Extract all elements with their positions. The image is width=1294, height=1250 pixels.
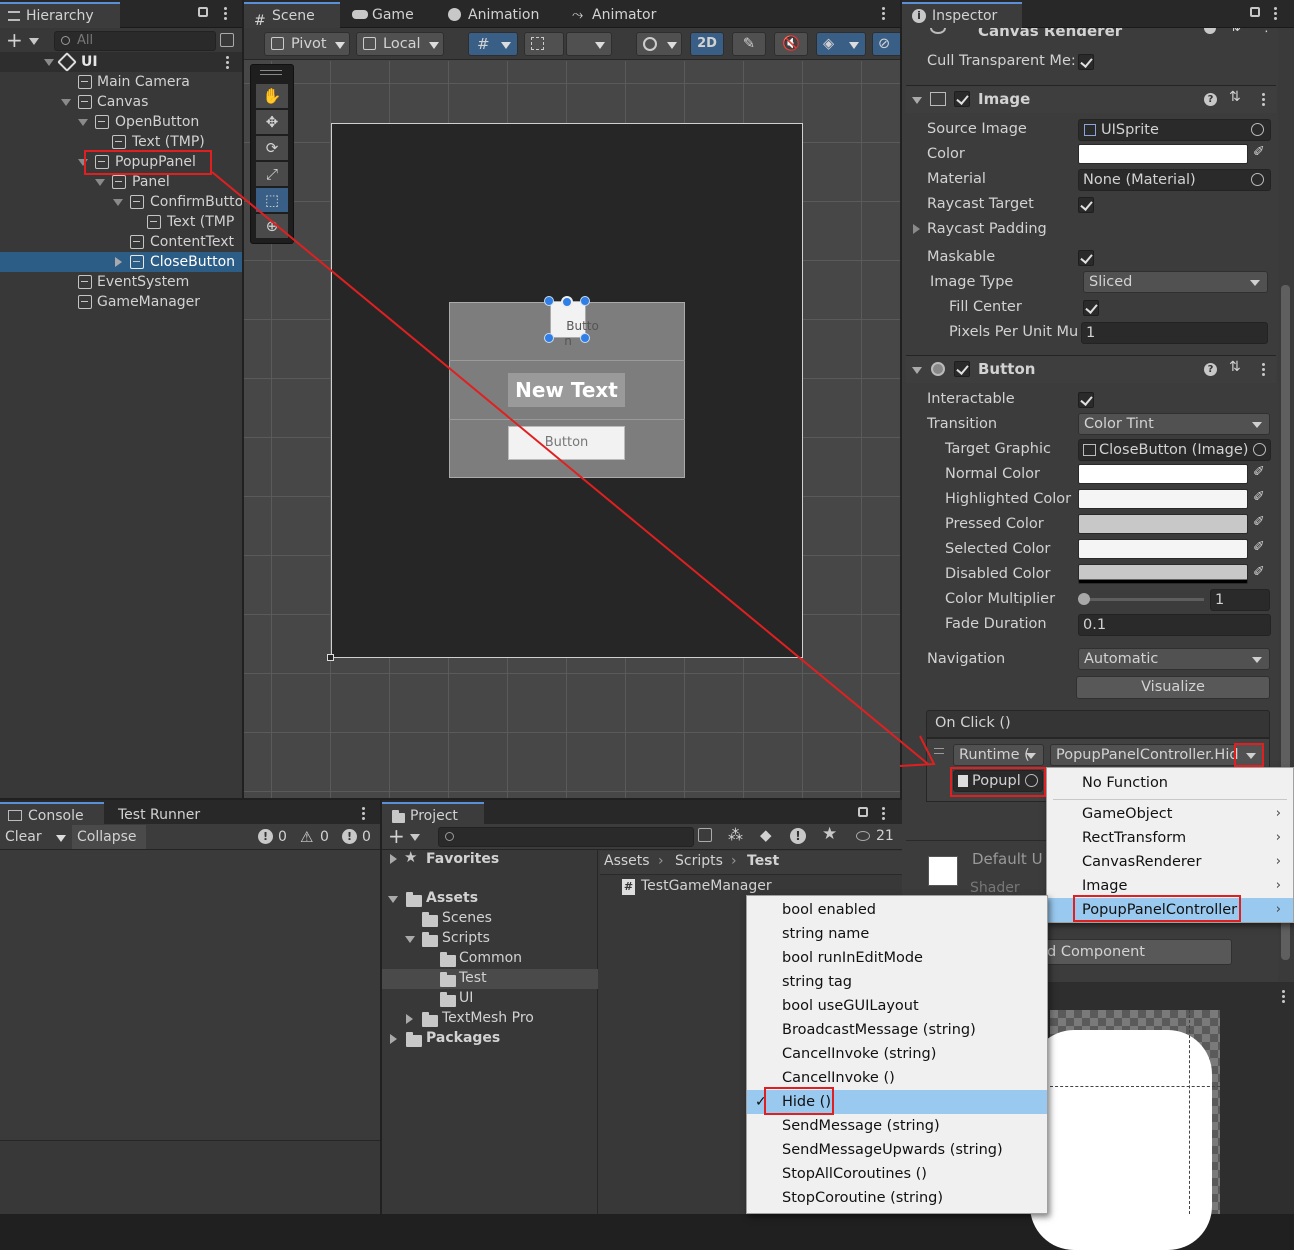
annotation-arrow xyxy=(211,171,936,767)
